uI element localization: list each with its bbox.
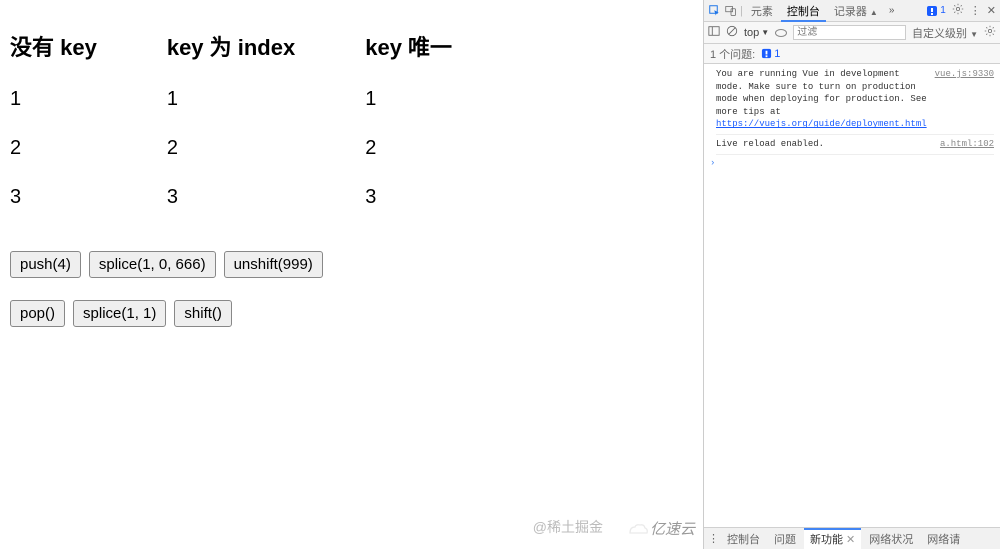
list-item: 2	[167, 137, 295, 160]
device-toggle-icon[interactable]	[724, 4, 738, 18]
issues-bar[interactable]: 1 个问题: 1	[704, 44, 1000, 64]
list-item: 3	[365, 186, 452, 209]
drawer-tab-network-conditions[interactable]: 网络状况	[863, 528, 919, 550]
devtools-top-tabs: | 元素 控制台 记录器 ▲ » 1 ⋮ ✕	[704, 0, 1000, 22]
console-settings-icon[interactable]	[984, 25, 996, 40]
tabs-overflow-icon[interactable]: »	[886, 5, 898, 16]
settings-icon[interactable]	[952, 3, 964, 18]
shift-button[interactable]: shift()	[174, 300, 232, 327]
page-area: 没有 key 1 2 3 key 为 index 1 2 3 key 唯一 1 …	[0, 0, 703, 549]
drawer-tab-console[interactable]: 控制台	[721, 528, 766, 550]
console-message: Live reload enabled.	[716, 138, 932, 151]
button-row-add: push(4) splice(1, 0, 666) unshift(999)	[10, 251, 693, 278]
list-item: 1	[167, 88, 295, 111]
push-button[interactable]: push(4)	[10, 251, 81, 278]
button-row-remove: pop() splice(1, 1) shift()	[10, 300, 693, 327]
column-title: key 为 index	[167, 30, 295, 62]
list-item: 1	[365, 88, 452, 111]
devtools-panel: | 元素 控制台 记录器 ▲ » 1 ⋮ ✕ top ▼ 自定义级别 ▼	[703, 0, 1000, 549]
console-line: Live reload enabled. a.html:102	[716, 138, 994, 151]
watermark-juejin: @稀土掘金	[533, 517, 603, 537]
column-index-key: key 为 index 1 2 3	[167, 12, 295, 235]
live-expression-icon[interactable]	[775, 29, 787, 37]
close-tab-icon[interactable]: ✕	[846, 534, 855, 546]
inspect-icon[interactable]	[708, 4, 722, 18]
clear-console-icon[interactable]	[726, 25, 738, 40]
list-item: 2	[365, 137, 452, 160]
splice-insert-button[interactable]: splice(1, 0, 666)	[89, 251, 216, 278]
list-item: 3	[10, 186, 97, 209]
column-unique-key: key 唯一 1 2 3	[365, 12, 452, 235]
column-no-key: 没有 key 1 2 3	[10, 12, 97, 235]
log-level-selector[interactable]: 自定义级别 ▼	[912, 25, 978, 41]
column-title: key 唯一	[365, 30, 452, 62]
sidebar-toggle-icon[interactable]	[708, 25, 720, 40]
console-source-link[interactable]: a.html:102	[940, 138, 994, 151]
columns: 没有 key 1 2 3 key 为 index 1 2 3 key 唯一 1 …	[10, 12, 693, 235]
column-title: 没有 key	[10, 30, 97, 62]
console-output[interactable]: You are running Vue in development mode.…	[704, 64, 1000, 527]
splice-remove-button[interactable]: splice(1, 1)	[73, 300, 166, 327]
console-line: You are running Vue in development mode.…	[716, 68, 994, 131]
drawer-tab-network-request[interactable]: 网络请	[921, 528, 966, 550]
console-source-link[interactable]: vue.js:9330	[935, 68, 994, 131]
context-selector[interactable]: top ▼	[744, 27, 769, 39]
console-toolbar: top ▼ 自定义级别 ▼	[704, 22, 1000, 44]
list-item: 2	[10, 137, 97, 160]
console-message: You are running Vue in development mode.…	[716, 68, 927, 131]
drawer-tab-whatsnew[interactable]: 新功能✕	[804, 528, 861, 550]
close-icon[interactable]: ✕	[987, 4, 996, 17]
list-item: 1	[10, 88, 97, 111]
tab-console[interactable]: 控制台	[781, 0, 826, 22]
watermark-yisu: 亿速云	[626, 518, 695, 539]
unshift-button[interactable]: unshift(999)	[224, 251, 323, 278]
more-menu-icon[interactable]: ⋮	[970, 4, 981, 17]
console-prompt-icon: ›	[710, 158, 988, 168]
list-item: 3	[167, 186, 295, 209]
issues-badge[interactable]: 1	[926, 5, 946, 17]
issues-count-badge: 1	[761, 48, 780, 60]
console-link[interactable]: https://vuejs.org/guide/deployment.html	[716, 119, 927, 129]
devtools-drawer-tabs: ⋮ 控制台 问题 新功能✕ 网络状况 网络请	[704, 527, 1000, 549]
tab-elements[interactable]: 元素	[745, 0, 779, 22]
pop-button[interactable]: pop()	[10, 300, 65, 327]
issues-label: 1 个问题:	[710, 46, 755, 62]
tab-recorder[interactable]: 记录器 ▲	[828, 0, 884, 22]
filter-input[interactable]	[793, 25, 906, 40]
drawer-tab-issues[interactable]: 问题	[768, 528, 802, 550]
drawer-menu-icon[interactable]: ⋮	[708, 532, 719, 545]
